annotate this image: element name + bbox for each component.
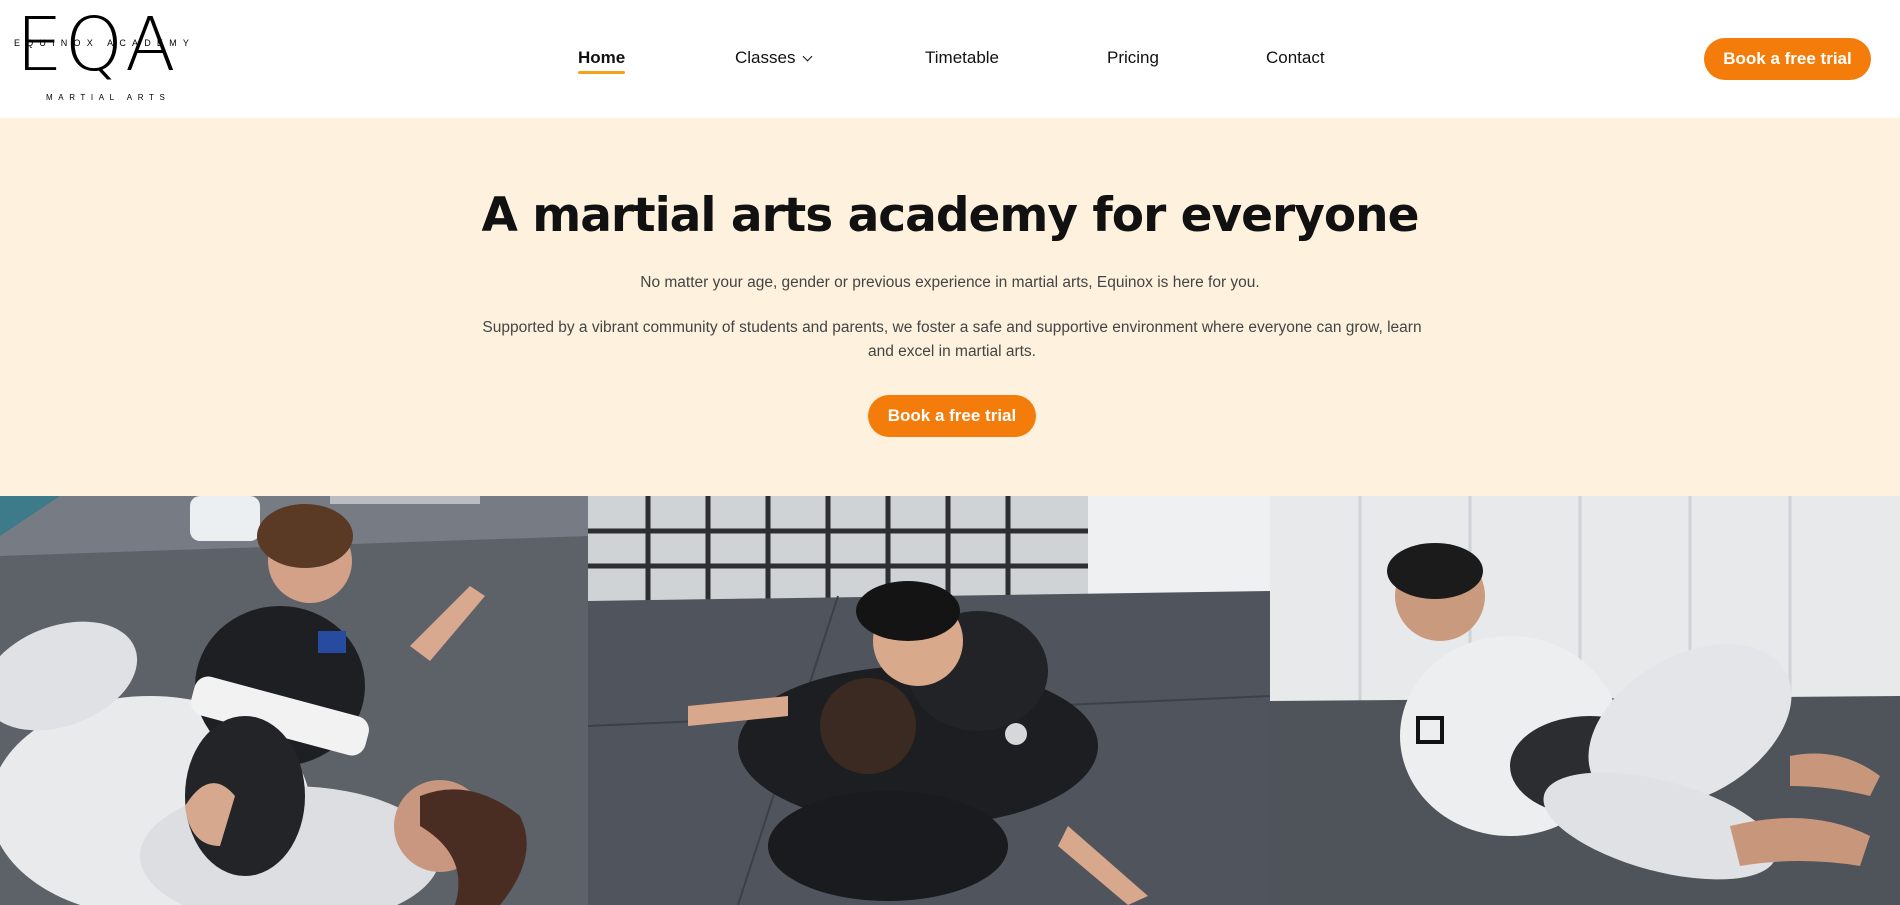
chevron-down-icon [803, 51, 813, 62]
hero-paragraph-1: No matter your age, gender or previous e… [640, 274, 1260, 291]
nav-item-label: Timetable [925, 48, 1000, 67]
book-free-trial-hero-button[interactable]: Book a free trial [868, 395, 1036, 437]
site-header: EQA EQUINOX ACADEMY MARTIAL ARTS Home Cl… [0, 0, 1900, 118]
nav-item-home[interactable]: Home [578, 48, 626, 74]
logo-subtitle: MARTIAL ARTS [46, 93, 171, 102]
nav-item-timetable[interactable]: Timetable [925, 48, 999, 68]
photo-adult-guard [1270, 496, 1900, 905]
photo-gallery [0, 496, 1900, 905]
nav-item-contact[interactable]: Contact [1266, 48, 1325, 68]
book-free-trial-header-button[interactable]: Book a free trial [1704, 38, 1871, 80]
nav-item-pricing[interactable]: Pricing [1107, 48, 1159, 68]
nav-item-label: Pricing [1107, 48, 1159, 67]
nav-item-classes[interactable]: Classes [735, 48, 813, 68]
equinox-logo[interactable]: EQA EQUINOX ACADEMY MARTIAL ARTS [12, 8, 192, 104]
nav-item-label: Contact [1266, 48, 1325, 67]
hero-title-highlight: everyone [1180, 188, 1420, 245]
nav-item-label: Home [578, 48, 626, 67]
hero-section: A martial arts academy for everyone No m… [0, 118, 1900, 496]
hero-title-highlight-text: everyone [1180, 188, 1420, 243]
nav-item-label: Classes [735, 48, 796, 67]
active-nav-underline [578, 71, 626, 74]
logo-academy-text: EQUINOX ACADEMY [14, 38, 196, 48]
hero-title: A martial arts academy for everyone [0, 188, 1900, 245]
hero-paragraph-2: Supported by a vibrant community of stud… [482, 319, 1422, 360]
hero-title-main: A martial arts academy for [481, 188, 1167, 243]
photo-kid-and-instructor [0, 496, 588, 905]
photo-kids-grappling [588, 496, 1270, 905]
